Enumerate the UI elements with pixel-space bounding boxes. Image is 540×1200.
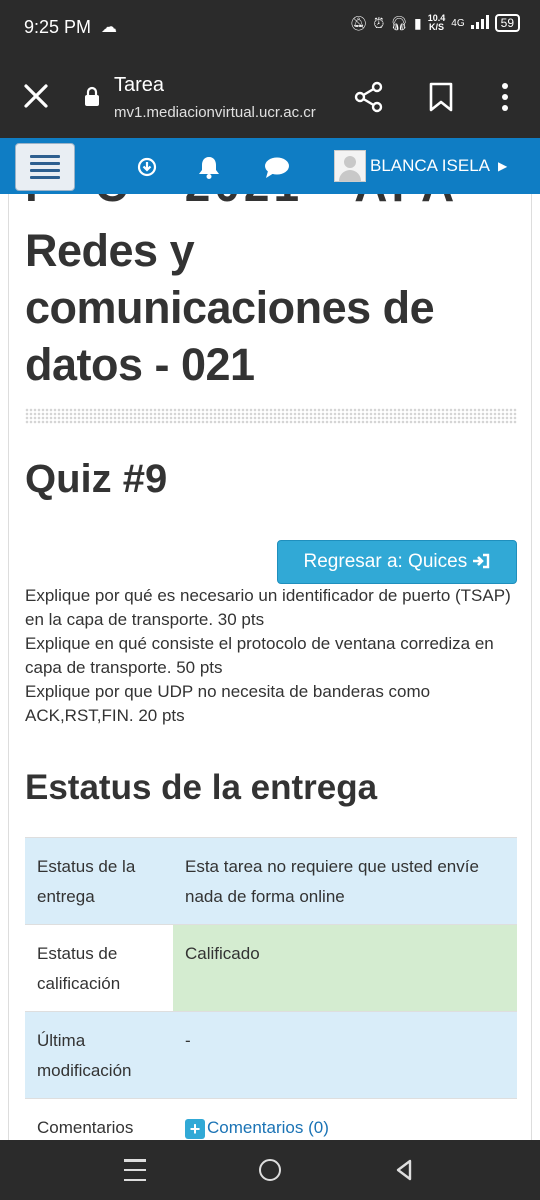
row-value: Esta tarea no requiere que usted envíe n…: [173, 837, 517, 925]
submission-status-table: Estatus de la entrega Esta tarea no requ…: [25, 837, 517, 1140]
comments-cell: + Comentarios (0): [173, 1098, 517, 1140]
share-icon[interactable]: [352, 80, 386, 114]
back-button-label: Regresar a: Quices: [303, 551, 468, 572]
page-title: Tarea: [114, 74, 165, 96]
description-line: Explique por que UDP no necesita de band…: [25, 682, 431, 725]
page-content: I - C - 2021 - AFA Redes y comunicacione…: [8, 194, 532, 1140]
site-navbar: BLANCA ISELA ▶: [0, 138, 540, 194]
course-title-partial: I - C - 2021 - AFA: [25, 194, 458, 212]
row-label: Estatus de calificación: [25, 924, 173, 1012]
notifications-bell-icon[interactable]: [196, 154, 222, 180]
network-speed: 10.4 K/S: [428, 14, 446, 32]
table-row: Estatus de calificación Calificado: [25, 924, 517, 1012]
assignment-title: Quiz #9: [25, 457, 168, 501]
alarm-icon: ⏰︎: [373, 14, 385, 31]
description-line: Explique por qué es necesario un identif…: [25, 586, 511, 629]
avatar: [334, 150, 366, 182]
plus-icon[interactable]: +: [185, 1119, 205, 1139]
vibrate-icon: ▮: [414, 14, 422, 31]
table-row: Última modificación -: [25, 1011, 517, 1099]
dotted-divider: [25, 408, 517, 424]
messages-chat-icon[interactable]: [263, 154, 289, 180]
table-row: Estatus de la entrega Esta tarea no requ…: [25, 837, 517, 925]
page-url[interactable]: mv1.mediacionvirtual.ucr.ac.cr: [114, 104, 316, 121]
submission-status-heading: Estatus de la entrega: [25, 768, 378, 807]
comments-link[interactable]: Comentarios (0): [207, 1118, 329, 1137]
close-icon[interactable]: [22, 82, 50, 110]
status-bar: 9:25 PM ☁ 🔕︎ ⏰︎ 🎧︎ ▮ 10.4 K/S 4G 59: [0, 0, 540, 56]
description-line: Explique en qué consiste el protocolo de…: [25, 634, 494, 677]
home-icon[interactable]: [259, 1159, 281, 1181]
network-type: 4G: [451, 17, 465, 29]
battery-icon: 59: [494, 14, 520, 32]
caret-right-icon: ▶: [498, 159, 508, 173]
browser-toolbar: Tarea mv1.mediacionvirtual.ucr.ac.cr: [0, 56, 540, 138]
cloud-icon: ☁: [101, 19, 117, 36]
row-label: Última modificación: [25, 1011, 173, 1099]
row-label: Estatus de la entrega: [25, 837, 173, 925]
course-title: Redes y comunicaciones de datos - 021: [25, 225, 435, 390]
network-speed-unit: K/S: [429, 22, 445, 32]
system-navigation-bar: [0, 1140, 540, 1200]
status-icons: 🔕︎ ⏰︎ 🎧︎ ▮ 10.4 K/S 4G 59: [350, 14, 520, 32]
user-menu[interactable]: BLANCA ISELA ▶: [334, 150, 507, 182]
hamburger-menu-button[interactable]: [15, 143, 75, 191]
bell-off-icon: 🔕︎: [349, 14, 368, 31]
more-options-icon[interactable]: [494, 80, 516, 114]
user-name: BLANCA ISELA: [370, 156, 491, 175]
row-value: -: [173, 1011, 517, 1099]
headphones-icon: 🎧︎: [390, 14, 409, 31]
recent-apps-icon[interactable]: [124, 1159, 146, 1181]
table-row: Comentarios + Comentarios (0): [25, 1098, 517, 1140]
back-to-quizzes-button[interactable]: Regresar a: Quices: [277, 540, 517, 584]
grading-status-value: Calificado: [173, 924, 517, 1012]
sign-in-icon: [472, 543, 490, 585]
signal-icon: [470, 14, 489, 32]
status-time: 9:25 PM: [24, 17, 92, 37]
assignment-description: Explique por qué es necesario un identif…: [25, 584, 517, 728]
back-icon[interactable]: [392, 1158, 416, 1182]
bookmark-icon[interactable]: [428, 82, 454, 112]
download-icon[interactable]: [134, 154, 160, 180]
lock-icon: [84, 86, 100, 106]
battery-level: 59: [500, 16, 514, 30]
row-label: Comentarios: [25, 1098, 173, 1140]
